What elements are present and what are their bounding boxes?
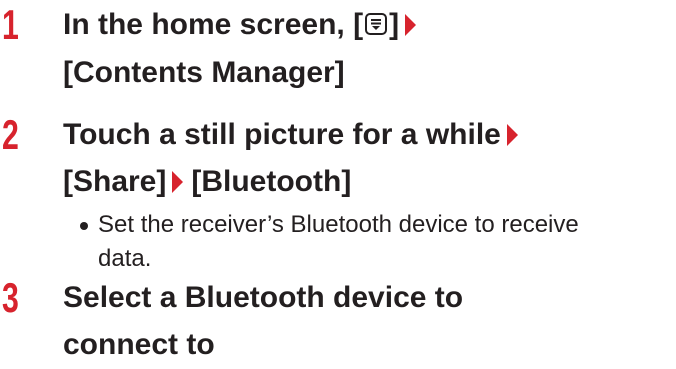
step-1-text-before-icon: In the home screen, [	[63, 8, 364, 41]
step-number: 2	[2, 111, 19, 158]
bluetooth-label: [Bluetooth]	[191, 165, 352, 198]
step-2-line-2: [Share] [Bluetooth]	[63, 161, 663, 203]
bullet-icon	[80, 222, 88, 230]
step-1-line-1: In the home screen, []	[63, 4, 663, 46]
share-label: [Share]	[63, 165, 167, 198]
step-1-line-2: [Contents Manager]	[63, 52, 663, 94]
step-1-text-after-icon: ]	[389, 8, 400, 41]
contents-manager-label: [Contents Manager]	[63, 56, 345, 89]
note-line-1: Set the receiver’s Bluetooth device to r…	[98, 211, 579, 238]
step-number: 3	[2, 274, 19, 321]
menu-key-icon	[365, 13, 388, 35]
step-2-note: Set the receiver’s Bluetooth device to r…	[80, 208, 676, 288]
arrow-right-icon	[172, 171, 184, 193]
step-2-text: Touch a still picture for a while	[63, 118, 501, 151]
step-3-line-2: connect to	[63, 328, 215, 361]
step-number: 1	[2, 1, 19, 48]
note-line-2: data.	[98, 245, 152, 272]
arrow-right-icon	[506, 124, 518, 146]
arrow-right-icon	[405, 14, 417, 36]
step-2-line-1: Touch a still picture for a while	[63, 114, 663, 156]
step-3-line-1: Select a Bluetooth device to	[63, 281, 464, 314]
